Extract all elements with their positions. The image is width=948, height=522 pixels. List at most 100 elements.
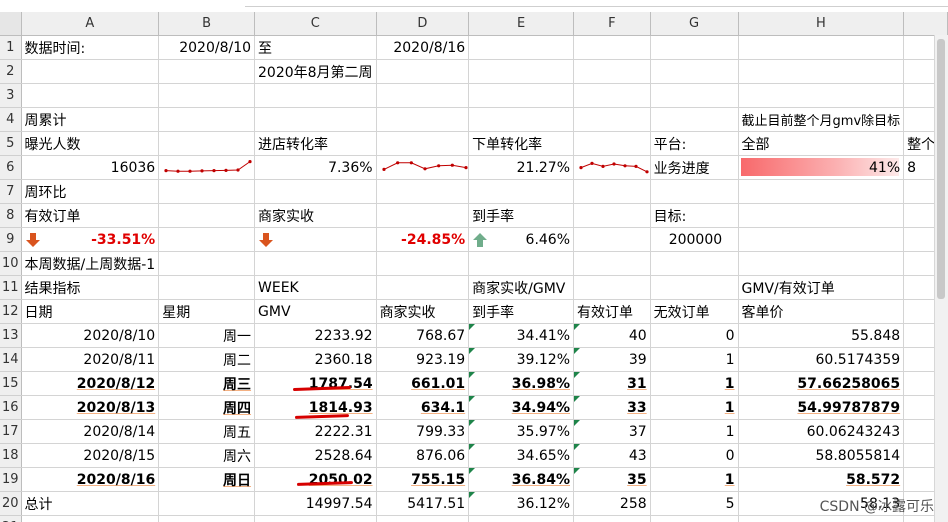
cell-g1[interactable] [650, 35, 739, 60]
cell-net-rate[interactable]: 36.84% [468, 467, 575, 492]
cell-date[interactable]: 2020/8/15 [21, 443, 160, 468]
cell-weekday[interactable]: 周五 [158, 419, 256, 444]
cell-h2[interactable] [738, 59, 905, 84]
cell-valid-orders[interactable]: 40 [573, 323, 651, 348]
row-header[interactable]: 16 [0, 395, 22, 420]
cell-g8[interactable]: 目标: [650, 203, 739, 228]
cell-total-invalid[interactable]: 5 [650, 491, 739, 516]
cell-e5[interactable]: 下单转化率 [468, 131, 575, 156]
cell-d5[interactable] [376, 131, 470, 156]
cell-d10[interactable] [376, 251, 470, 276]
cell-b20[interactable] [158, 491, 256, 516]
cell-net-rate[interactable]: 34.65% [468, 443, 575, 468]
cell-c11[interactable]: WEEK [254, 275, 377, 300]
cell-a4[interactable]: 周累计 [21, 107, 160, 132]
cell-h4[interactable]: 截止目前整个月gmv除目标 [738, 107, 905, 132]
cell-d21[interactable] [376, 515, 470, 522]
col-header-f[interactable]: F [573, 12, 651, 36]
cell-c6[interactable]: 7.36% [254, 155, 377, 180]
row-header[interactable]: 7 [0, 179, 22, 204]
cell-total-gmv[interactable]: 14997.54 [254, 491, 377, 516]
row-header[interactable]: 15 [0, 371, 22, 396]
cell-gmv[interactable]: 2360.18 [254, 347, 377, 372]
col-header-e[interactable]: E [468, 12, 575, 36]
cell-g21[interactable] [650, 515, 739, 522]
cell-d11[interactable] [376, 275, 470, 300]
cell-f21[interactable] [573, 515, 651, 522]
cell-weekday[interactable]: 周二 [158, 347, 256, 372]
cell-date[interactable]: 2020/8/16 [21, 467, 160, 492]
row-header[interactable]: 21 [0, 515, 22, 522]
row-header[interactable]: 20 [0, 491, 22, 516]
cell-gmv[interactable]: 1787.54 [254, 371, 377, 396]
cell-a10[interactable]: 本周数据/上周数据-1 [21, 251, 160, 276]
row-header[interactable]: 3 [0, 83, 22, 108]
cell-invalid-orders[interactable]: 1 [650, 395, 739, 420]
cell-e1[interactable] [468, 35, 575, 60]
col-header-i[interactable] [903, 12, 948, 36]
row-header[interactable]: 17 [0, 419, 22, 444]
cell-g5[interactable]: 平台: [650, 131, 739, 156]
cell-a8[interactable]: 有效订单 [21, 203, 160, 228]
cell-h6-progress[interactable]: 41% [738, 155, 905, 180]
row-header[interactable]: 8 [0, 203, 22, 228]
cell-net-rate[interactable]: 39.12% [468, 347, 575, 372]
cell-b11[interactable] [158, 275, 256, 300]
cell-h9[interactable]: 200000 [560, 227, 727, 252]
cell-c7[interactable] [254, 179, 377, 204]
cell-weekday[interactable]: 周三 [158, 371, 256, 396]
cell-e2[interactable] [468, 59, 575, 84]
cell-f2[interactable] [573, 59, 651, 84]
cell-total-label[interactable]: 总计 [21, 491, 160, 516]
select-all-corner[interactable] [0, 12, 22, 36]
cell-c3[interactable] [254, 83, 377, 108]
cell-h10[interactable] [738, 251, 905, 276]
cell-d1[interactable]: 2020/8/16 [376, 35, 470, 60]
cell-f7[interactable] [573, 179, 651, 204]
cell-merchant-revenue[interactable]: 799.33 [376, 419, 470, 444]
row-header[interactable]: 1 [0, 35, 22, 60]
cell-date[interactable]: 2020/8/13 [21, 395, 160, 420]
cell-g4[interactable] [650, 107, 739, 132]
row-header[interactable]: 6 [0, 155, 22, 180]
cell-valid-orders[interactable]: 37 [573, 419, 651, 444]
cell-d2[interactable] [376, 59, 470, 84]
cell-e3[interactable] [468, 83, 575, 108]
cell-valid-orders[interactable]: 33 [573, 395, 651, 420]
cell-h8[interactable] [738, 203, 905, 228]
cell-merchant-revenue[interactable]: 768.67 [376, 323, 470, 348]
cell-d6-sparkline[interactable] [376, 155, 470, 180]
vertical-scrollbar[interactable] [934, 35, 948, 522]
cell-b21[interactable] [158, 515, 256, 522]
cell-d9[interactable]: -24.85% [376, 227, 470, 252]
cell-c10[interactable] [254, 251, 377, 276]
row-header[interactable]: 2 [0, 59, 22, 84]
cell-h21[interactable] [738, 515, 905, 522]
cell-f5[interactable] [573, 131, 651, 156]
cell-avg-order-value[interactable]: 60.06243243 [738, 419, 905, 444]
cell-e21[interactable] [468, 515, 575, 522]
row-header[interactable]: 5 [0, 131, 22, 156]
cell-avg-order-value[interactable]: 55.848 [738, 323, 905, 348]
cell-a21[interactable] [21, 515, 160, 522]
cell-f3[interactable] [573, 83, 651, 108]
cell-merchant-revenue[interactable]: 755.15 [376, 467, 470, 492]
cell-avg-order-value[interactable]: 54.99787879 [738, 395, 905, 420]
cell-b6-sparkline[interactable] [158, 155, 256, 180]
cell-e9[interactable]: 6.46% [468, 227, 575, 252]
cell-g12[interactable]: 无效订单 [650, 299, 739, 324]
cell-h12[interactable]: 客单价 [738, 299, 905, 324]
cell-d12[interactable]: 商家实收 [376, 299, 470, 324]
cell-invalid-orders[interactable]: 0 [650, 443, 739, 468]
cell-avg-order-value[interactable]: 58.572 [738, 467, 905, 492]
cell-f4[interactable] [573, 107, 651, 132]
cell-a9[interactable]: -33.51% [21, 227, 160, 252]
cell-c5[interactable]: 进店转化率 [254, 131, 377, 156]
col-header-h[interactable]: H [738, 12, 905, 36]
cell-d3[interactable] [376, 83, 470, 108]
cell-total-valid[interactable]: 258 [573, 491, 651, 516]
cell-b8[interactable] [158, 203, 256, 228]
cell-weekday[interactable]: 周六 [158, 443, 256, 468]
cell-gmv[interactable]: 2528.64 [254, 443, 377, 468]
row-header[interactable]: 14 [0, 347, 22, 372]
